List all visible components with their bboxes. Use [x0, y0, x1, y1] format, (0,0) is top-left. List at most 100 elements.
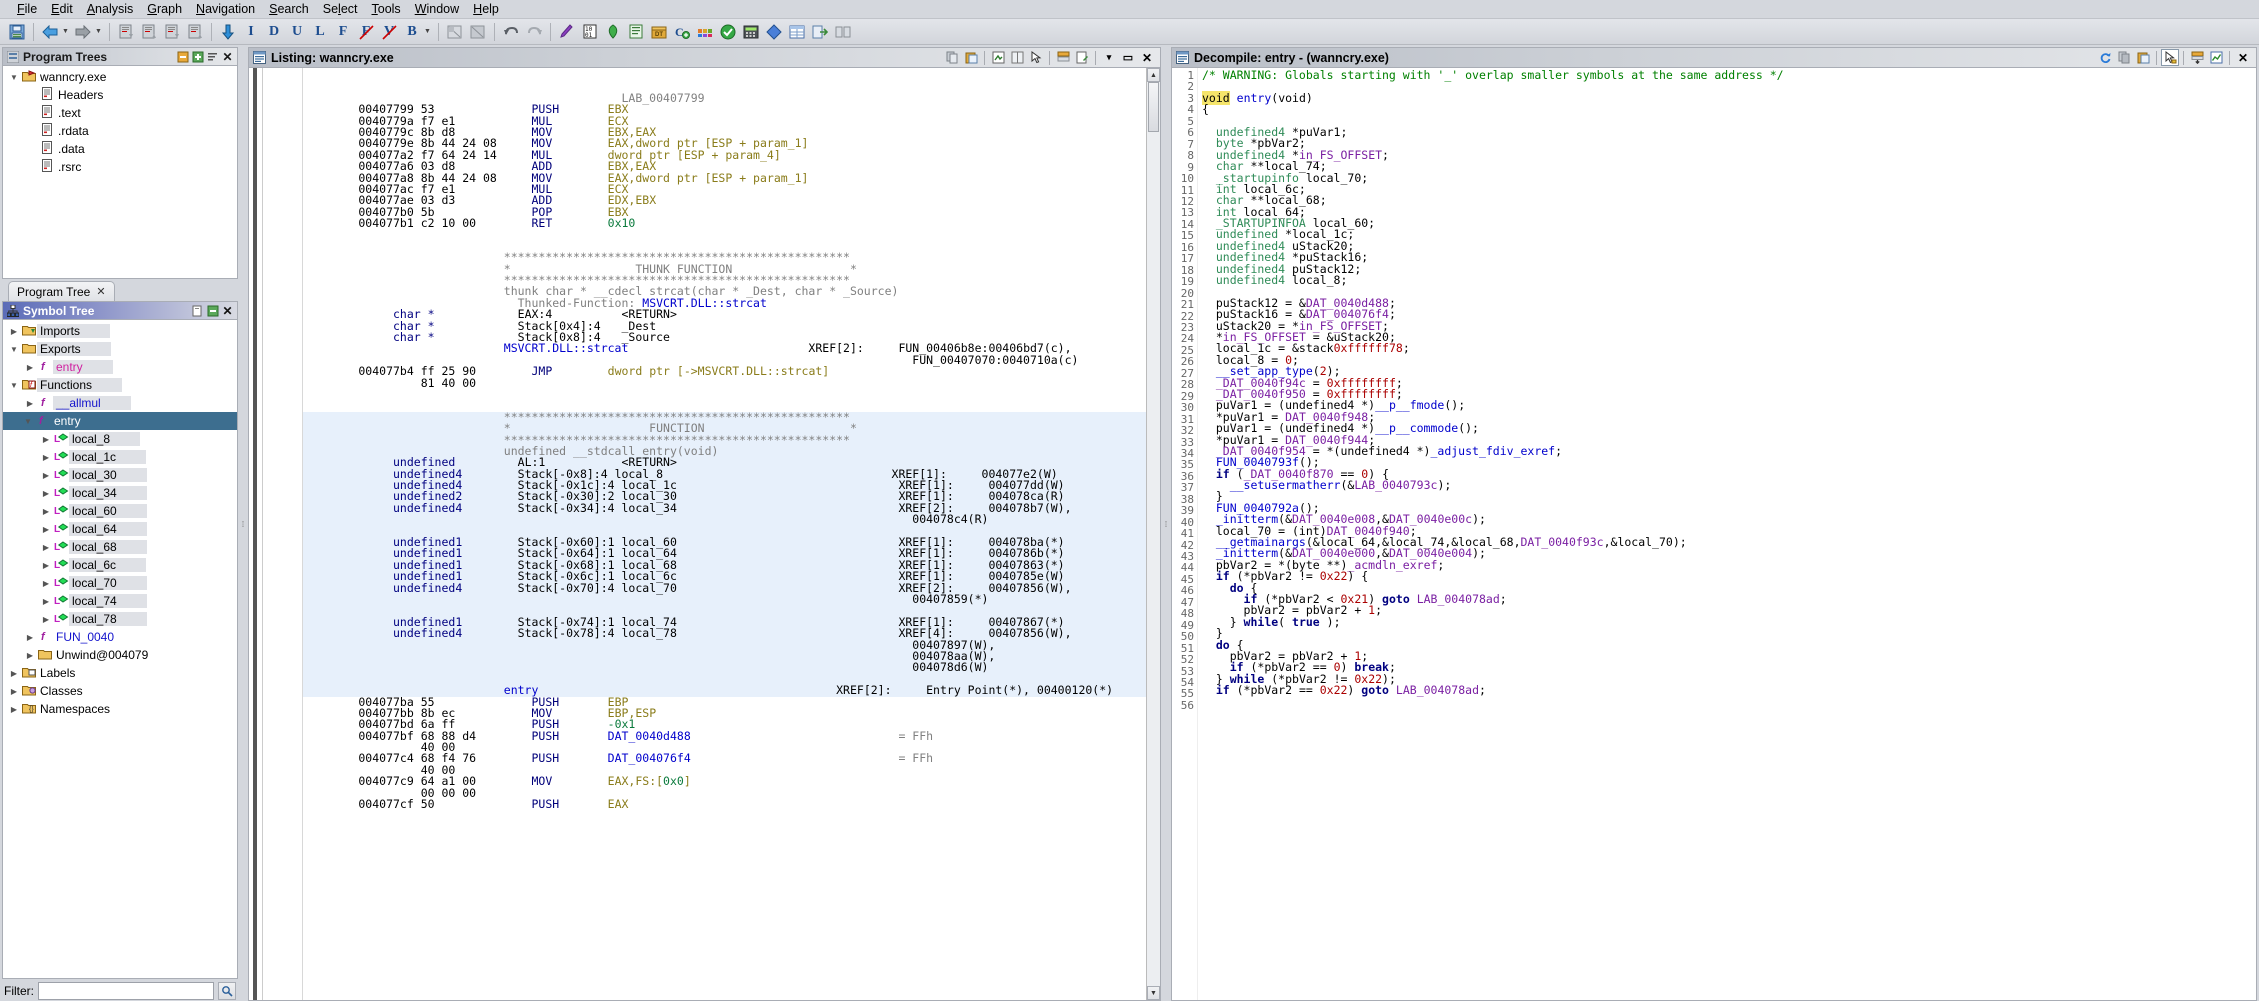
- symbol-tree-node[interactable]: ▶ Labels: [3, 664, 237, 682]
- listing-line[interactable]: 004077cf 50 PUSH EAX: [303, 798, 1146, 810]
- listing-line[interactable]: [303, 389, 1146, 400]
- memory-map-icon[interactable]: [694, 21, 716, 43]
- symbol-tree-node[interactable]: ▼ f entry: [3, 412, 237, 430]
- calculator-icon[interactable]: [740, 21, 762, 43]
- listing-fields-icon[interactable]: [1054, 49, 1072, 66]
- new-symbol-icon[interactable]: [191, 304, 204, 317]
- listing-detach-icon[interactable]: ▭: [1119, 49, 1137, 66]
- program-tree-node[interactable]: Headers: [3, 86, 237, 104]
- data-type-manager-icon[interactable]: C: [671, 21, 693, 43]
- tree-toggle-icon[interactable]: ▶: [39, 615, 53, 624]
- highlight-icon[interactable]: [556, 21, 578, 43]
- tree-toggle-icon[interactable]: ▶: [7, 327, 21, 336]
- sort-icon[interactable]: [206, 50, 219, 63]
- clear-flow-icon[interactable]: F: [355, 21, 377, 43]
- menu-analysis[interactable]: Analysis: [80, 1, 141, 17]
- menu-window[interactable]: Window: [408, 1, 466, 17]
- listing-scroll-thumb[interactable]: [1148, 82, 1159, 132]
- decompile-line[interactable]: undefined4 *puVar1;: [1202, 126, 2256, 138]
- byte-viewer-icon[interactable]: 10 01: [579, 21, 601, 43]
- decompile-paste-icon[interactable]: [2134, 49, 2152, 66]
- decompile-line[interactable]: local_1c = &stack0xffffff78;: [1202, 343, 2256, 355]
- listing-close-icon[interactable]: ✕: [1138, 49, 1156, 66]
- tree-toggle-icon[interactable]: ▼: [7, 381, 21, 390]
- decompile-line[interactable]: /* WARNING: Globals starting with '_' ov…: [1202, 69, 2256, 81]
- tree-toggle-icon[interactable]: ▶: [39, 471, 53, 480]
- menu-help[interactable]: Help: [466, 1, 506, 17]
- undefined-icon[interactable]: U: [286, 21, 308, 43]
- decompile-line[interactable]: undefined4 local_8;: [1202, 274, 2256, 286]
- symbol-tree-node[interactable]: ▶ f entry: [3, 358, 237, 376]
- tree-toggle-icon[interactable]: ▼: [21, 417, 35, 426]
- tab-program-tree[interactable]: Program Tree ✕: [8, 281, 115, 301]
- menu-search[interactable]: Search: [262, 1, 316, 17]
- tree-toggle-icon[interactable]: ▶: [23, 633, 37, 642]
- prev-code-unit-icon[interactable]: [138, 21, 160, 43]
- decompile-close-icon[interactable]: ✕: [2234, 49, 2252, 66]
- decompile-line[interactable]: }: [1202, 491, 2256, 503]
- defined-strings-icon[interactable]: [625, 21, 647, 43]
- function-icon[interactable]: F: [332, 21, 354, 43]
- decompile-line[interactable]: _DAT_0040f954 = *(undefined4 *)_adjust_f…: [1202, 445, 2256, 457]
- redo-icon[interactable]: [523, 21, 545, 43]
- decompile-graph-icon[interactable]: [2207, 49, 2225, 66]
- decompile-line[interactable]: } while( true );: [1202, 616, 2256, 628]
- close-icon[interactable]: ✕: [221, 50, 234, 64]
- tree-toggle-icon[interactable]: ▶: [39, 525, 53, 534]
- program-tree-node[interactable]: ▼ wanncry.exe: [3, 68, 237, 86]
- symbol-tree-node[interactable]: ▶ Classes: [3, 682, 237, 700]
- decompile-code-view[interactable]: /* WARNING: Globals starting with '_' ov…: [1198, 68, 2256, 1000]
- tree-toggle-icon[interactable]: ▶: [7, 705, 21, 714]
- menu-graph[interactable]: Graph: [140, 1, 189, 17]
- tree-toggle-icon[interactable]: ▶: [23, 363, 37, 372]
- symbol-tree-node[interactable]: ▶ Llocal_60: [3, 502, 237, 520]
- decompile-export-icon[interactable]: [2188, 49, 2206, 66]
- menu-tools[interactable]: Tools: [365, 1, 408, 17]
- decompile-line[interactable]: pbVar2 = pbVar2 + 1;: [1202, 605, 2256, 617]
- left-splitter[interactable]: ⁞: [238, 47, 248, 1001]
- tree-toggle-icon[interactable]: ▶: [23, 399, 37, 408]
- tree-toggle-icon[interactable]: ▶: [7, 687, 21, 696]
- symbol-tree-node[interactable]: ▶ {} Namespaces: [3, 700, 237, 718]
- symbol-tree-node[interactable]: ▶ Llocal_78: [3, 610, 237, 628]
- listing-vertical-scrollbar[interactable]: ▲ ▼: [1146, 68, 1160, 1000]
- tree-toggle-icon[interactable]: ▶: [39, 507, 53, 516]
- symbol-tree-node[interactable]: ▶ Llocal_8: [3, 430, 237, 448]
- symbol-tree-body[interactable]: ▶ Imports ▼ Exports ▶ f entry ▼ f Functions ▶ f __al…: [2, 319, 238, 979]
- bookmark-dropdown-icon[interactable]: ▼: [424, 21, 433, 43]
- listing-code-view[interactable]: LAB_00407799 00407799 53 PUSH EBX 004077…: [303, 68, 1146, 1000]
- program-tree-node[interactable]: .data: [3, 140, 237, 158]
- decompile-line[interactable]: void entry(void): [1202, 90, 2256, 105]
- listing-snapshot-icon[interactable]: [989, 49, 1007, 66]
- filter-options-icon[interactable]: [218, 982, 236, 1000]
- compare-icon[interactable]: [832, 21, 854, 43]
- decompile-line[interactable]: {: [1202, 103, 2256, 115]
- symbol-tree-node[interactable]: ▶ Unwind@004079: [3, 646, 237, 664]
- decompile-line[interactable]: int local_6c;: [1202, 183, 2256, 195]
- save-icon[interactable]: [6, 21, 28, 43]
- listing-line[interactable]: [303, 230, 1146, 241]
- menu-navigation[interactable]: Navigation: [189, 1, 262, 17]
- tree-toggle-icon[interactable]: ▶: [39, 579, 53, 588]
- select-complement-icon[interactable]: [444, 21, 466, 43]
- checkmark-icon[interactable]: [717, 21, 739, 43]
- forward-dropdown-icon[interactable]: ▼: [95, 21, 104, 43]
- tree-toggle-icon[interactable]: ▶: [39, 561, 53, 570]
- decompile-line[interactable]: local_8 = 0;: [1202, 354, 2256, 366]
- decompile-line[interactable]: __setusermatherr(&LAB_0040793c);: [1202, 479, 2256, 491]
- listing-paste-icon[interactable]: [962, 49, 980, 66]
- symbol-tree-node[interactable]: ▼ f Functions: [3, 376, 237, 394]
- tree-toggle-icon[interactable]: ▶: [39, 543, 53, 552]
- symbol-tree-node[interactable]: ▶ f FUN_0040: [3, 628, 237, 646]
- expand-all-icon[interactable]: [191, 50, 204, 63]
- decompile-refresh-icon[interactable]: [2096, 49, 2114, 66]
- memory-snapshot-icon[interactable]: [602, 21, 624, 43]
- back-dropdown-icon[interactable]: ▼: [62, 21, 71, 43]
- listing-diff-icon[interactable]: [1008, 49, 1026, 66]
- program-tree-node[interactable]: .text: [3, 104, 237, 122]
- decompile-cursor-icon[interactable]: [2161, 49, 2179, 66]
- listing-scroll-down-button[interactable]: ▼: [1147, 986, 1160, 1000]
- decompile-line[interactable]: _STARTUPINFOA local_60;: [1202, 217, 2256, 229]
- decompile-line[interactable]: char **local_68;: [1202, 195, 2256, 207]
- listing-line[interactable]: 00407859(*): [303, 593, 1146, 606]
